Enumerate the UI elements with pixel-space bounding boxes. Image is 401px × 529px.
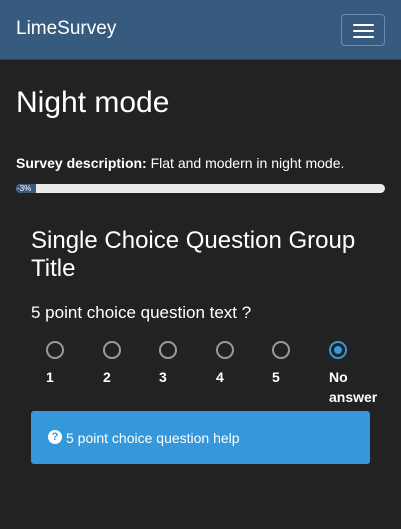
hamburger-menu-icon-bar [353,36,374,38]
answer-label: 4 [216,369,224,385]
answer-label: 3 [159,369,167,385]
menu-toggle-button[interactable] [341,14,385,46]
survey-description-label: Survey description: [16,155,147,171]
progress-bar: -3% [16,184,385,193]
navbar: LimeSurvey [0,0,401,60]
radio-button-checked[interactable] [329,341,347,359]
answer-label: 5 [272,369,280,385]
survey-description-text: Flat and modern in night mode. [150,155,345,171]
answer-label: 2 [103,369,111,385]
survey-title: Night mode [16,86,170,119]
question-help-text: 5 point choice question help [66,430,240,446]
radio-button[interactable] [46,341,64,359]
brand-link[interactable]: LimeSurvey [16,18,116,40]
question-text: 5 point choice question text ? [31,303,252,322]
answer-label: 1 [46,369,54,385]
survey-description: Survey description: Flat and modern in n… [16,155,344,171]
hamburger-menu-icon [353,24,374,26]
question-help: ? 5 point choice question help [31,411,370,464]
radio-button[interactable] [272,341,290,359]
question-circle-icon: ? [48,430,62,444]
radio-button[interactable] [103,341,121,359]
hamburger-menu-icon-bar [353,30,374,32]
group-title: Single Choice Question Group Title [31,227,356,282]
radio-button[interactable] [159,341,177,359]
answer-label: No answer [329,369,378,405]
progress-label: -3% [17,184,32,193]
radio-button[interactable] [216,341,234,359]
